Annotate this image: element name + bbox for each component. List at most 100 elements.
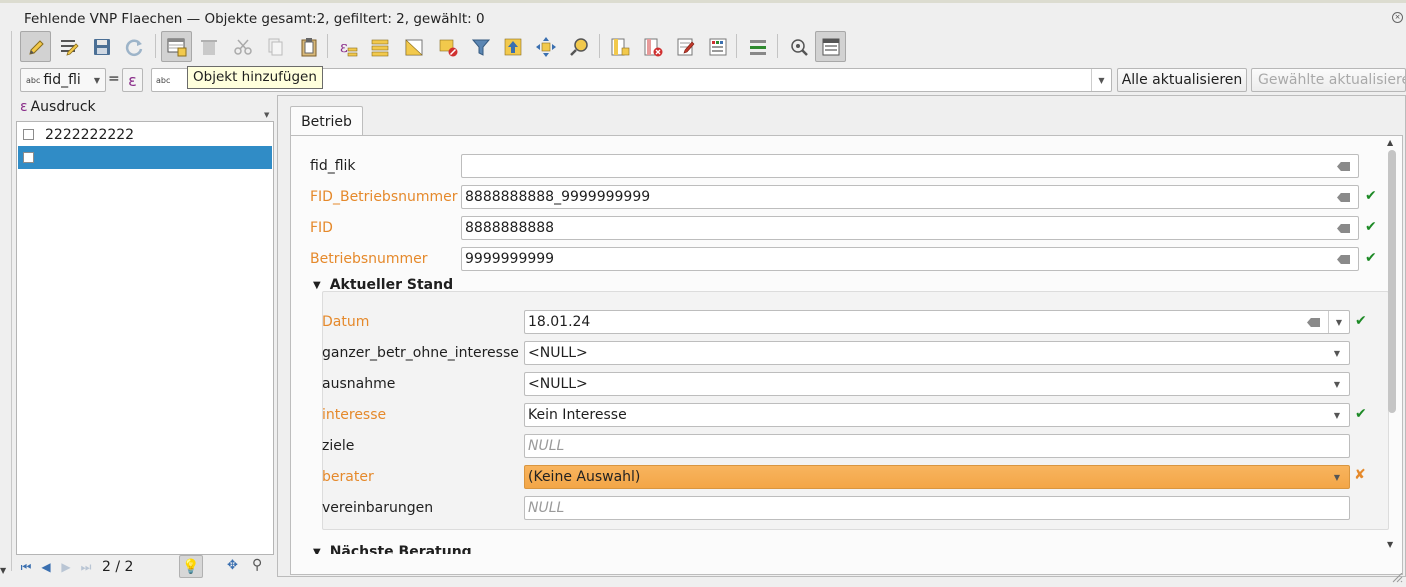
ziele-input[interactable]: NULL [524, 434, 1350, 458]
scroll-down-icon[interactable]: ▼ [0, 566, 6, 575]
list-item[interactable] [18, 146, 272, 169]
next-feature-icon[interactable]: ▶ [56, 560, 76, 574]
ziele-label: ziele [322, 438, 355, 454]
copy-button[interactable] [259, 31, 290, 62]
toggle-editing-button[interactable] [20, 31, 51, 62]
last-feature-icon[interactable]: ⏭ [76, 560, 96, 575]
conditional-formatting-button[interactable] [702, 31, 733, 62]
expression-epsilon-icon: ε [20, 99, 28, 115]
svg-text:ε: ε [340, 38, 348, 56]
actions-button[interactable] [742, 31, 773, 62]
previous-feature-icon[interactable]: ◀ [36, 560, 56, 574]
list-item-label: 2222222222 [45, 126, 135, 143]
tab-betrieb[interactable]: Betrieb [290, 106, 363, 136]
attribute-form-panel: Betrieb fid_flik FID_Betriebsnummer 8888… [277, 95, 1406, 577]
datum-date-input[interactable]: 18.01.24 ▼ [524, 310, 1350, 334]
new-field-button[interactable] [604, 31, 635, 62]
chevron-down-icon[interactable]: ▼ [1091, 69, 1111, 91]
fid-flik-input[interactable] [461, 154, 1359, 178]
clear-icon[interactable] [1307, 318, 1320, 327]
update-selected-button[interactable]: Gewählte aktualisieren [1251, 68, 1406, 92]
ausnahme-select[interactable]: <NULL> ▼ [524, 372, 1350, 396]
chevron-down-icon: ▼ [1333, 411, 1340, 420]
new-field-icon [611, 38, 629, 55]
highlight-feature-button[interactable]: 💡 [179, 555, 203, 578]
window-close-icon[interactable]: × [1392, 12, 1403, 23]
zoom-to-selection-button[interactable] [563, 31, 594, 62]
clear-icon[interactable] [1337, 224, 1350, 233]
valid-check-icon: ✔ [1355, 406, 1367, 422]
betriebsnummer-input[interactable]: 9999999999 [461, 247, 1359, 271]
interesse-select[interactable]: Kein Interesse ▼ [524, 403, 1350, 427]
delete-feature-button[interactable] [193, 31, 224, 62]
delete-field-button[interactable] [637, 31, 668, 62]
window-title: Fehlende VNP Flaechen — Objekte gesamt:2… [24, 11, 485, 27]
multi-edit-button[interactable] [54, 31, 85, 62]
chevron-down-icon[interactable]: ▼ [264, 111, 269, 119]
save-edits-button[interactable] [86, 31, 117, 62]
toolbar-separator [327, 34, 328, 58]
field-calculator-button[interactable] [670, 31, 701, 62]
checkbox[interactable] [23, 129, 34, 140]
clear-icon[interactable] [1337, 162, 1350, 171]
chevron-down-icon: ▼ [1333, 473, 1340, 482]
zoom-to-feature-icon[interactable]: ⚲ [252, 557, 262, 573]
expression-header[interactable]: ε Ausdruck [20, 99, 96, 115]
add-feature-button[interactable] [161, 31, 192, 62]
filter-button[interactable] [465, 31, 496, 62]
feature-position-label: 2 / 2 [102, 559, 134, 575]
clear-icon[interactable] [1337, 255, 1350, 264]
invert-selection-button[interactable] [398, 31, 429, 62]
paste-button[interactable] [293, 31, 324, 62]
multi-edit-icon [60, 39, 79, 56]
interesse-label: interesse [322, 407, 387, 423]
fid-flik-label: fid_flik [310, 158, 356, 174]
cut-button[interactable] [227, 31, 258, 62]
fid-value: 8888888888 [465, 220, 555, 236]
checkbox[interactable] [23, 152, 34, 163]
select-all-icon [371, 39, 388, 56]
select-all-button[interactable] [364, 31, 395, 62]
datum-label: Datum [322, 314, 370, 330]
calendar-dropdown-icon[interactable]: ▼ [1328, 311, 1349, 333]
splitter-line [11, 31, 12, 571]
group-naechste-beratung-header[interactable]: ▼ Nächste Beratung [313, 544, 472, 554]
dock-table-button[interactable] [783, 31, 814, 62]
fid-betriebsnummer-value: 8888888888_9999999999 [465, 189, 651, 205]
chevron-down-icon: ▼ [1333, 349, 1340, 358]
add-feature-icon [167, 38, 186, 56]
select-by-expression-button[interactable]: ε [332, 31, 363, 62]
reload-button[interactable] [118, 31, 149, 62]
expression-builder-button[interactable]: ε [122, 68, 143, 92]
scrollbar-thumb[interactable] [1388, 150, 1396, 413]
vereinbarungen-input[interactable]: NULL [524, 496, 1350, 520]
fid-input[interactable]: 8888888888 [461, 216, 1359, 240]
field-selector-combo[interactable]: abc fid_fli ▼ [20, 68, 106, 92]
vereinbarungen-value: NULL [528, 500, 565, 516]
deselect-icon [439, 39, 457, 56]
pan-to-selection-button[interactable] [530, 31, 561, 62]
save-icon [93, 38, 110, 55]
filter-icon [471, 39, 490, 56]
form-vertical-scrollbar[interactable]: ▲ ▼ [1385, 136, 1399, 556]
first-feature-icon[interactable]: ⏮ [16, 560, 36, 575]
form-view-button[interactable] [815, 31, 846, 62]
form-scroll-area: fid_flik FID_Betriebsnummer 8888888888_9… [310, 146, 1402, 554]
move-selection-top-button[interactable] [497, 31, 528, 62]
scroll-down-icon[interactable]: ▼ [1387, 540, 1393, 549]
copy-icon [268, 38, 282, 55]
deselect-all-button[interactable] [432, 31, 463, 62]
berater-select[interactable]: (Keine Auswahl) ▼ [524, 465, 1350, 489]
scroll-up-icon[interactable]: ▲ [1387, 138, 1393, 147]
pan-to-feature-icon[interactable]: ✥ [227, 558, 238, 573]
collapse-triangle-icon: ▼ [313, 546, 321, 555]
list-item[interactable]: 2222222222 [18, 123, 272, 146]
pencil-edit-icon [28, 39, 44, 55]
ganzer-betr-select[interactable]: <NULL> ▼ [524, 341, 1350, 365]
update-all-button[interactable]: Alle aktualisieren [1117, 68, 1247, 92]
lightbulb-icon: 💡 [182, 558, 200, 575]
clear-icon[interactable] [1337, 193, 1350, 202]
interesse-value: Kein Interesse [528, 407, 627, 423]
fid-betriebsnummer-input[interactable]: 8888888888_9999999999 [461, 185, 1359, 209]
resize-grip-icon[interactable] [1391, 571, 1403, 583]
